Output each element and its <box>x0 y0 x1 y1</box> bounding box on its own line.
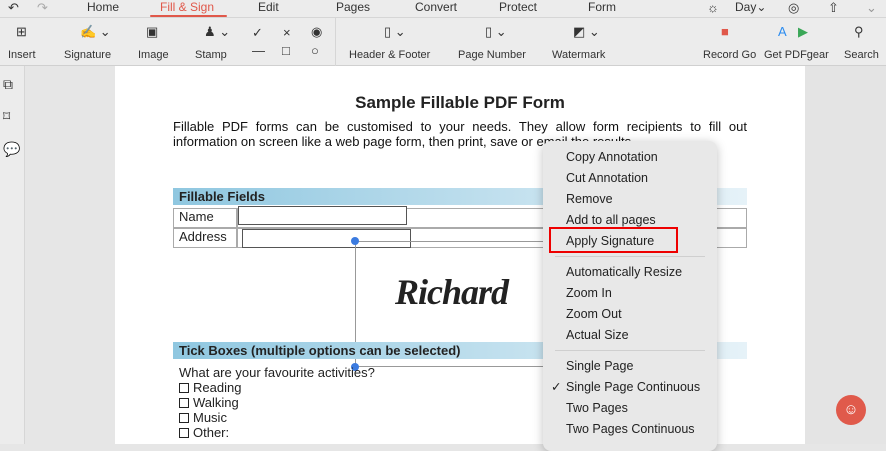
checkbox-walking[interactable]: Walking <box>179 395 239 410</box>
header-footer-icon[interactable]: ▯ ⌄ <box>384 24 406 40</box>
thumbnails-icon[interactable]: ⧉ <box>3 76 13 93</box>
tab-pages[interactable]: Pages <box>336 0 370 15</box>
menu-automatically-resize[interactable]: Automatically Resize <box>566 264 682 280</box>
image-icon[interactable]: ▣ <box>146 24 158 40</box>
checkbox-reading[interactable]: Reading <box>179 380 241 395</box>
option-label: Reading <box>193 380 242 395</box>
record-go-button[interactable]: Record Go <box>703 49 756 61</box>
tab-home[interactable]: Home <box>87 0 119 15</box>
label-name: Name <box>173 208 237 228</box>
signature-annotation[interactable]: Richard <box>395 271 509 313</box>
stamp-button[interactable]: Stamp <box>195 49 227 61</box>
theme-dropdown[interactable]: Day⌄ <box>735 0 766 15</box>
search-icon[interactable]: ⚲ <box>854 24 864 40</box>
left-sidebar: ⧉ ⌑ 💬 <box>0 66 25 444</box>
divider <box>335 18 336 66</box>
tab-form[interactable]: Form <box>588 0 616 15</box>
option-label: Music <box>193 410 227 425</box>
circle-icon[interactable]: ○ <box>311 43 319 58</box>
menu-two-pages[interactable]: Two Pages <box>566 400 628 416</box>
chevron-down-icon[interactable]: ⌄ <box>866 0 877 16</box>
tab-protect[interactable]: Protect <box>499 0 537 15</box>
checkbox-music[interactable]: Music <box>179 410 227 425</box>
menu-add-to-all-pages[interactable]: Add to all pages <box>566 212 656 228</box>
tab-bar: ↶ ↷ Home Fill & Sign Edit Pages Convert … <box>0 0 886 18</box>
menu-copy-annotation[interactable]: Copy Annotation <box>566 149 658 165</box>
resize-handle-top[interactable] <box>351 237 359 245</box>
option-label: Other: <box>193 425 230 440</box>
stamp-icon[interactable]: ♟ ⌄ <box>204 24 230 40</box>
signature-icon[interactable]: ✍ ⌄ <box>80 24 111 40</box>
header-footer-button[interactable]: Header & Footer <box>349 49 430 61</box>
menu-divider <box>555 256 705 257</box>
get-pdfgear-button[interactable]: Get PDFgear <box>764 49 829 61</box>
label-address: Address <box>173 228 237 248</box>
record-icon[interactable]: ■ <box>721 24 729 39</box>
cross-icon[interactable]: × <box>283 25 291 40</box>
tab-fill-sign[interactable]: Fill & Sign <box>149 0 228 17</box>
name-field[interactable] <box>238 206 407 225</box>
watermark-button[interactable]: Watermark <box>552 49 605 61</box>
play-store-icon[interactable]: ▶ <box>798 24 808 40</box>
toolbar: ⊞ Insert ✍ ⌄ Signature ▣ Image ♟ ⌄ Stamp… <box>0 18 886 66</box>
radio-filled-icon[interactable]: ◉ <box>311 24 322 40</box>
scroll-area[interactable] <box>805 66 886 444</box>
square-icon[interactable]: □ <box>282 43 290 58</box>
support-icon[interactable]: ◎ <box>788 0 799 16</box>
insert-button[interactable]: Insert <box>8 49 36 61</box>
menu-two-pages-continuous[interactable]: Two Pages Continuous <box>566 421 695 437</box>
menu-remove[interactable]: Remove <box>566 191 613 207</box>
tab-convert[interactable]: Convert <box>415 0 457 15</box>
bookmark-icon[interactable]: ⌑ <box>3 108 10 125</box>
menu-single-page[interactable]: Single Page <box>566 358 633 374</box>
sun-icon[interactable]: ☼ <box>707 0 719 15</box>
highlight-box <box>549 227 678 253</box>
checkmark-icon: ✓ <box>551 380 562 394</box>
redo-icon[interactable]: ↷ <box>37 0 48 16</box>
assistant-icon[interactable]: ☺ <box>836 395 866 425</box>
search-button[interactable]: Search <box>844 49 879 61</box>
menu-single-page-continuous[interactable]: Single Page Continuous <box>566 379 700 395</box>
option-label: Walking <box>193 395 239 410</box>
comments-icon[interactable]: 💬 <box>3 141 20 158</box>
insert-text-icon[interactable]: ⊞ <box>16 24 27 40</box>
share-icon[interactable]: ⇧ <box>828 0 839 16</box>
page-title: Sample Fillable PDF Form <box>355 93 565 112</box>
question-text: What are your favourite activities? <box>179 365 375 380</box>
context-menu: Copy Annotation Cut Annotation Remove Ad… <box>543 141 717 451</box>
menu-zoom-in[interactable]: Zoom In <box>566 285 612 301</box>
line-icon[interactable]: — <box>252 43 265 58</box>
menu-actual-size[interactable]: Actual Size <box>566 327 629 343</box>
menu-divider <box>555 350 705 351</box>
check-icon[interactable]: ✓ <box>252 25 263 41</box>
undo-icon[interactable]: ↶ <box>8 0 19 16</box>
image-button[interactable]: Image <box>138 49 169 61</box>
theme-label: Day <box>735 0 757 14</box>
app-store-icon[interactable]: A <box>778 24 787 39</box>
signature-button[interactable]: Signature <box>64 49 111 61</box>
tab-edit[interactable]: Edit <box>258 0 279 15</box>
menu-cut-annotation[interactable]: Cut Annotation <box>566 170 648 186</box>
page-number-icon[interactable]: ▯ ⌄ <box>485 24 507 40</box>
menu-zoom-out[interactable]: Zoom Out <box>566 306 622 322</box>
checkbox-other[interactable]: Other: <box>179 425 229 440</box>
page-number-button[interactable]: Page Number <box>458 49 526 61</box>
watermark-icon[interactable]: ◩ ⌄ <box>573 24 600 40</box>
